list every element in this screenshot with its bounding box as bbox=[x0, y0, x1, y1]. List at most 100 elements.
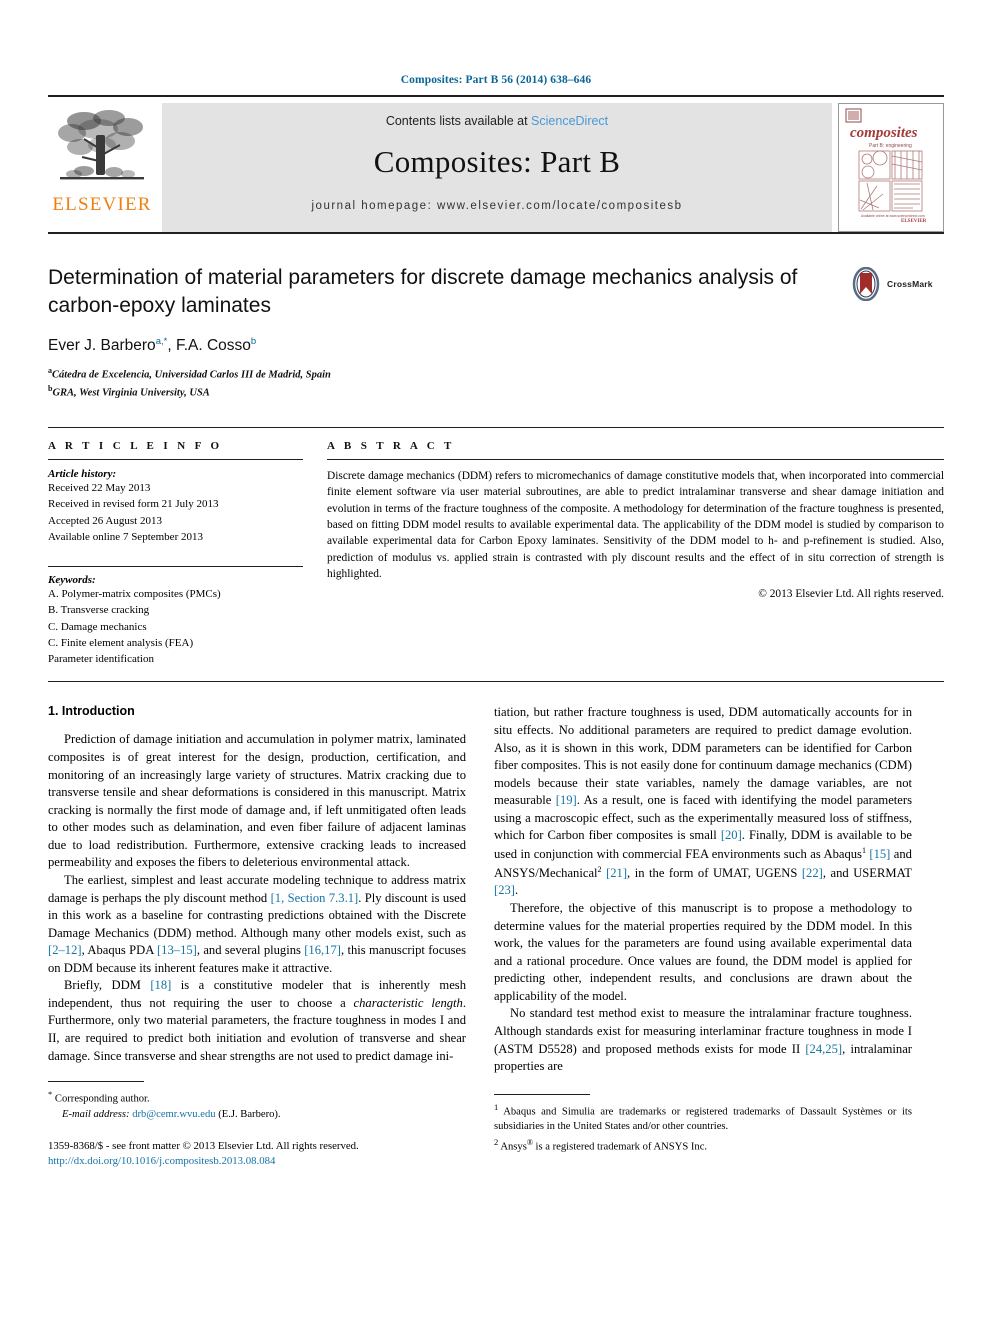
article-info-heading: A R T I C L E I N F O bbox=[48, 440, 223, 453]
history-item: Available online 7 September 2013 bbox=[48, 530, 203, 543]
emphasis-run: characteristic length bbox=[353, 995, 463, 1010]
issn-line: 1359-8368/$ - see front matter © 2013 El… bbox=[48, 1139, 359, 1152]
keywords-list: A. Polymer-matrix composites (PMCs) B. T… bbox=[48, 586, 303, 667]
paragraph: The earliest, simplest and least accurat… bbox=[48, 872, 466, 977]
footnote-2: 2 Ansys® is a registered trademark of AN… bbox=[494, 1136, 912, 1155]
text-run: , in the form of UMAT, UGENS bbox=[627, 865, 802, 880]
keyword-item: A. Polymer-matrix composites (PMCs) bbox=[48, 588, 221, 601]
journal-homepage-line[interactable]: journal homepage: www.elsevier.com/locat… bbox=[312, 200, 683, 212]
citation-link[interactable]: [23] bbox=[494, 883, 515, 897]
citation-link[interactable]: [21] bbox=[606, 866, 627, 880]
keyword-item: C. Damage mechanics bbox=[48, 620, 147, 633]
author-1-affil-marker[interactable]: a,* bbox=[156, 336, 168, 347]
journal-article-page: Composites: Part B 56 (2014) 638–646 ELS… bbox=[0, 0, 992, 1323]
abstract-copyright: © 2013 Elsevier Ltd. All rights reserved… bbox=[758, 588, 944, 601]
citation-link[interactable]: [19] bbox=[556, 793, 577, 807]
article-info-rule bbox=[48, 459, 303, 461]
footnote-rule bbox=[48, 1081, 144, 1083]
keywords-block: Keywords: A. Polymer-matrix composites (… bbox=[48, 566, 303, 667]
article-history-heading: Article history: bbox=[48, 468, 117, 481]
citation-link[interactable]: [1, Section 7.3.1] bbox=[271, 891, 359, 905]
svg-text:Part B: engineering: Part B: engineering bbox=[869, 143, 912, 149]
footnote-marker: 1 bbox=[494, 1101, 499, 1112]
paragraph: Briefly, DDM [18] is a constitutive mode… bbox=[48, 977, 466, 1065]
elsevier-wordmark: ELSEVIER bbox=[52, 194, 152, 215]
title-block: Determination of material parameters for… bbox=[48, 264, 944, 401]
citation-link[interactable]: [13–15] bbox=[157, 943, 197, 957]
article-history-list: Received 22 May 2013 Received in revised… bbox=[48, 480, 303, 545]
svg-text:Available online at www.scienc: Available online at www.sciencedirect.co… bbox=[861, 214, 925, 218]
contents-prefix: Contents lists available at bbox=[385, 114, 532, 128]
journal-masthead: ELSEVIER Contents lists available at Sci… bbox=[48, 95, 944, 232]
elsevier-tree-icon bbox=[58, 110, 144, 180]
body-column-right: tiation, but rather fracture toughness i… bbox=[494, 704, 912, 1170]
footnote-ref[interactable]: 1 bbox=[862, 846, 866, 855]
svg-text:ELSEVIER: ELSEVIER bbox=[901, 219, 927, 224]
section-heading-introduction: 1. Introduction bbox=[48, 704, 135, 719]
keyword-item: B. Transverse cracking bbox=[48, 604, 150, 617]
text-run: , and several plugins bbox=[196, 943, 305, 958]
info-abstract-region: A R T I C L E I N F O Article history: R… bbox=[48, 427, 944, 667]
sciencedirect-link[interactable]: ScienceDirect bbox=[531, 114, 608, 128]
journal-title: Composites: Part B bbox=[373, 144, 621, 179]
email-link[interactable]: drb@cemr.wvu.edu bbox=[132, 1109, 215, 1120]
masthead-bottom-rule bbox=[48, 232, 944, 234]
footnote-block-right: 1 Abaqus and Simulia are trademarks or r… bbox=[494, 1093, 912, 1155]
abstract-rule bbox=[327, 459, 944, 461]
citation-link[interactable]: [15] bbox=[869, 847, 890, 861]
keyword-item: C. Finite element analysis (FEA) bbox=[48, 636, 194, 649]
abstract-heading: A B S T R A C T bbox=[327, 440, 455, 453]
email-note: E-mail address: drb@cemr.wvu.edu (E.J. B… bbox=[48, 1107, 466, 1122]
crossmark-icon bbox=[852, 267, 880, 301]
issn-copyright-block: 1359-8368/$ - see front matter © 2013 El… bbox=[48, 1139, 466, 1170]
keywords-rule bbox=[48, 566, 303, 568]
footnote-text: is a registered trademark of ANSYS Inc. bbox=[532, 1141, 708, 1153]
email-owner: (E.J. Barbero). bbox=[218, 1108, 281, 1120]
paragraph: tiation, but rather fracture toughness i… bbox=[494, 704, 912, 900]
abstract-column: A B S T R A C T Discrete damage mechanic… bbox=[327, 440, 944, 667]
email-label: E-mail address: bbox=[62, 1108, 130, 1120]
citation-link[interactable]: [20] bbox=[721, 828, 742, 842]
citation-link[interactable]: [2–12] bbox=[48, 943, 82, 957]
keywords-heading: Keywords: bbox=[48, 574, 96, 587]
author-1-name: Ever J. Barbero bbox=[48, 337, 156, 355]
history-item: Accepted 26 August 2013 bbox=[48, 514, 162, 527]
journal-cover-thumbnail: composites Part B: engineering Available… bbox=[838, 103, 944, 232]
svg-text:composites: composites bbox=[850, 125, 918, 141]
crossmark-badge[interactable]: CrossMark bbox=[849, 264, 944, 304]
history-item: Received 22 May 2013 bbox=[48, 482, 151, 495]
footnote-marker: 2 bbox=[494, 1137, 499, 1148]
footnote-text: Abaqus and Simulia are trademarks or reg… bbox=[494, 1106, 912, 1133]
text-run: , and USERMAT bbox=[822, 865, 912, 880]
citation-link[interactable]: [18] bbox=[150, 978, 171, 992]
paragraph: Therefore, the objective of this manuscr… bbox=[494, 901, 912, 1003]
footnote-ref[interactable]: 2 bbox=[598, 865, 602, 874]
paragraph: Prediction of damage initiation and accu… bbox=[48, 732, 466, 870]
history-item: Received in revised form 21 July 2013 bbox=[48, 498, 219, 511]
page-title: Determination of material parameters for… bbox=[48, 266, 798, 317]
text-run: . bbox=[514, 883, 519, 898]
corresponding-author-note: * Corresponding author. bbox=[48, 1088, 466, 1107]
info-abstract-bottom-rule bbox=[48, 681, 944, 683]
citation-link[interactable]: [24,25] bbox=[805, 1042, 842, 1056]
footnote-text: Ansys bbox=[500, 1141, 527, 1153]
affiliation-b: bGRA, West Virginia University, USA bbox=[48, 383, 944, 401]
footnote-1: 1 Abaqus and Simulia are trademarks or r… bbox=[494, 1101, 912, 1135]
author-2-affil-marker[interactable]: b bbox=[251, 336, 256, 347]
crossmark-label: CrossMark bbox=[887, 279, 933, 289]
affiliation-a-text: Cátedra de Excelencia, Universidad Carlo… bbox=[52, 369, 331, 381]
paragraph: No standard test method exist to measure… bbox=[494, 1005, 912, 1075]
keyword-item: Parameter identification bbox=[48, 653, 154, 666]
body-column-left: 1. Introduction Prediction of damage ini… bbox=[48, 704, 466, 1170]
cover-artwork: composites Part B: engineering Available… bbox=[839, 104, 941, 226]
citation-link[interactable]: [16,17] bbox=[304, 943, 341, 957]
masthead-center-band: Contents lists available at ScienceDirec… bbox=[162, 103, 832, 232]
running-head: Composites: Part B 56 (2014) 638–646 bbox=[400, 74, 592, 86]
footnote-block-left: * Corresponding author. E-mail address: … bbox=[48, 1081, 466, 1170]
affiliation-b-text: GRA, West Virginia University, USA bbox=[52, 387, 210, 399]
citation-link[interactable]: [22] bbox=[802, 866, 823, 880]
doi-link[interactable]: http://dx.doi.org/10.1016/j.compositesb.… bbox=[48, 1154, 466, 1170]
contents-available-line: Contents lists available at ScienceDirec… bbox=[386, 114, 608, 128]
text-run: Briefly, DDM bbox=[64, 978, 151, 993]
author-list: Ever J. Barberoa,*, F.A. Cossob bbox=[48, 336, 944, 355]
